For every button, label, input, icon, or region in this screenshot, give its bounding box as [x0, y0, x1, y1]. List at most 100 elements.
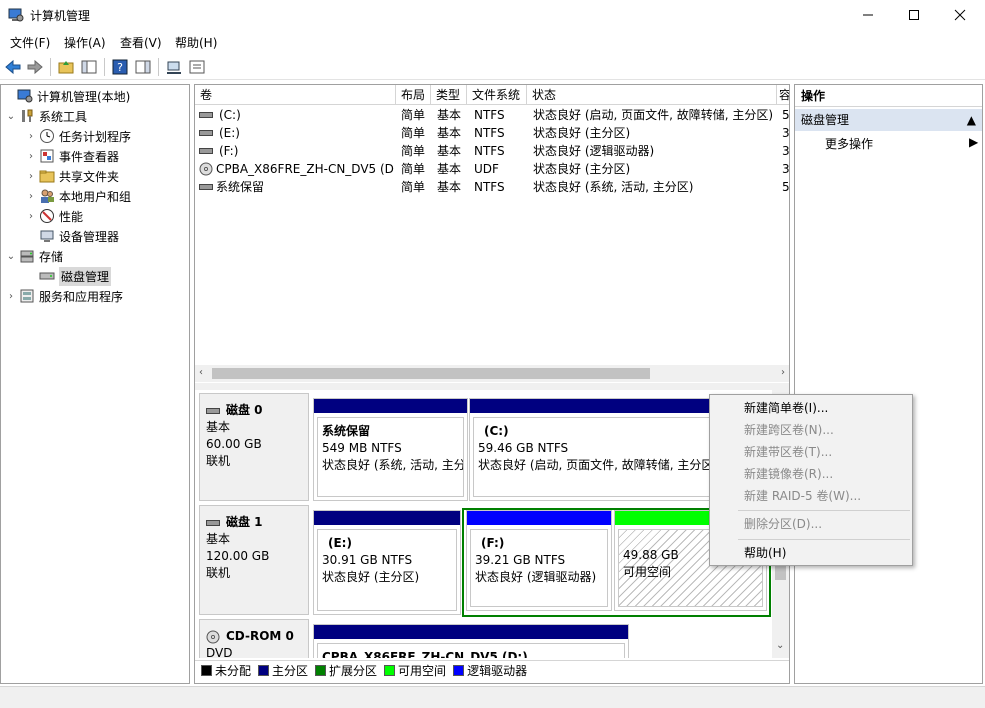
column-header-capacity[interactable]: 容 — [777, 85, 789, 105]
show-hide-action-pane-icon[interactable] — [134, 58, 152, 76]
table-row[interactable]: (C:) 简单 基本 NTFS 状态良好 (启动, 页面文件, 故障转储, 主分… — [195, 106, 789, 124]
splitter[interactable] — [195, 383, 789, 390]
storage-icon — [20, 250, 34, 263]
menu-action[interactable]: 操作(A) — [64, 34, 106, 51]
show-hide-tree-icon[interactable] — [80, 58, 98, 76]
disk-icon — [206, 407, 220, 414]
table-row[interactable]: (F:) 简单 基本 NTFS 状态良好 (逻辑驱动器) 3 — [195, 142, 789, 160]
minimize-button[interactable] — [845, 0, 891, 30]
performance-icon — [40, 209, 54, 223]
menu-item-new-mirrored-volume[interactable]: 新建镜像卷(R)... — [744, 464, 833, 484]
chevron-right-icon[interactable]: › — [5, 291, 17, 302]
tree-item-event-viewer[interactable]: › 事件查看器 — [25, 146, 119, 166]
back-arrow-icon[interactable] — [4, 58, 22, 76]
toolbar-separator — [50, 58, 51, 76]
tree-item-disk-management[interactable]: 磁盘管理 — [25, 266, 112, 286]
menu-file[interactable]: 文件(F) — [10, 34, 50, 51]
partition-f[interactable]: (F:) 39.21 GB NTFS 状态良好 (逻辑驱动器) — [466, 510, 612, 611]
cd-drive-icon — [206, 630, 220, 643]
legend-swatch-free-space — [384, 665, 396, 676]
close-icon — [954, 9, 966, 21]
partition-d[interactable]: CPBA_X86FRE_ZH-CN_DV5 (D:) — [313, 624, 629, 658]
tree-item-services-apps[interactable]: › 服务和应用程序 — [5, 286, 123, 306]
tools-icon — [22, 109, 33, 122]
drive-icon — [199, 112, 213, 118]
scroll-down-icon[interactable]: ⌄ — [776, 640, 784, 651]
disk-icon — [39, 272, 55, 280]
connect-icon[interactable] — [165, 58, 183, 76]
chevron-right-icon[interactable]: › — [25, 151, 37, 162]
volume-table-horizontal-scrollbar[interactable]: ‹ › — [195, 365, 789, 382]
menu-separator — [738, 539, 910, 540]
maximize-button[interactable] — [891, 0, 937, 30]
legend-swatch-primary — [258, 665, 270, 676]
partition-system-reserved[interactable]: 系统保留 549 MB NTFS 状态良好 (系统, 活动, 主分 — [313, 398, 468, 501]
cdrom-0-label[interactable]: CD-ROM 0 DVD — [199, 619, 309, 658]
disk-0-label[interactable]: 磁盘 0 基本 60.00 GB 联机 — [199, 393, 309, 501]
disk-1-label[interactable]: 磁盘 1 基本 120.00 GB 联机 — [199, 505, 309, 615]
chevron-right-icon[interactable]: › — [25, 211, 37, 222]
scroll-right-icon[interactable]: › — [781, 367, 785, 378]
toolbar: ? — [0, 54, 985, 80]
column-header-volume[interactable]: 卷 — [195, 85, 396, 105]
table-row[interactable]: CPBA_X86FRE_ZH-CN_DV5 (D:) 简单 基本 UDF 状态良… — [195, 160, 789, 178]
svg-text:?: ? — [117, 61, 123, 74]
scroll-left-icon[interactable]: ‹ — [199, 367, 203, 378]
tree-item-performance[interactable]: › 性能 — [25, 206, 83, 226]
collapse-up-icon[interactable]: ▲ — [967, 109, 976, 131]
tree-item-device-manager[interactable]: 设备管理器 — [25, 226, 119, 246]
up-folder-icon[interactable] — [57, 58, 75, 76]
table-row[interactable]: (E:) 简单 基本 NTFS 状态良好 (主分区) 3 — [195, 124, 789, 142]
more-actions-link[interactable]: 更多操作 — [825, 135, 873, 152]
legend-swatch-logical — [453, 665, 465, 676]
menu-item-new-simple-volume[interactable]: 新建简单卷(I)... — [744, 398, 828, 418]
menu-item-new-striped-volume[interactable]: 新建带区卷(T)... — [744, 442, 832, 462]
scrollbar-thumb[interactable] — [212, 368, 650, 379]
menu-item-new-spanned-volume[interactable]: 新建跨区卷(N)... — [744, 420, 834, 440]
menu-item-delete-partition[interactable]: 删除分区(D)... — [744, 514, 822, 534]
disk-management-pane: 卷 布局 类型 文件系统 状态 容 (C:) 简单 基本 NTFS 状态良好 (… — [194, 84, 790, 684]
chevron-right-icon[interactable]: › — [25, 171, 37, 182]
menu-help[interactable]: 帮助(H) — [175, 34, 217, 51]
column-header-type[interactable]: 类型 — [431, 85, 467, 105]
event-viewer-icon — [40, 149, 54, 163]
submenu-arrow-icon: ▶ — [969, 135, 979, 149]
chevron-down-icon[interactable]: ⌄ — [5, 111, 17, 122]
cd-drive-icon — [199, 162, 213, 176]
tree-item-root[interactable]: 计算机管理(本地) — [3, 86, 130, 106]
tree-item-system-tools[interactable]: ⌄ 系统工具 — [5, 106, 87, 126]
menu-view[interactable]: 查看(V) — [120, 34, 162, 51]
properties-icon[interactable] — [188, 58, 206, 76]
volume-table-header: 卷 布局 类型 文件系统 状态 容 — [195, 85, 789, 105]
chevron-down-icon[interactable]: ⌄ — [5, 251, 17, 262]
tree-item-task-scheduler[interactable]: › 任务计划程序 — [25, 126, 131, 146]
tree-item-shared-folders[interactable]: › 共享文件夹 — [25, 166, 119, 186]
forward-arrow-icon[interactable] — [26, 58, 44, 76]
menu-item-help[interactable]: 帮助(H) — [744, 543, 786, 563]
column-header-layout[interactable]: 布局 — [396, 85, 431, 105]
tree-item-local-users[interactable]: › 本地用户和组 — [25, 186, 131, 206]
context-menu: 新建简单卷(I)... 新建跨区卷(N)... 新建带区卷(T)... 新建镜像… — [709, 394, 913, 566]
legend: 未分配 主分区 扩展分区 可用空间 逻辑驱动器 — [195, 660, 789, 680]
help-icon[interactable]: ? — [111, 58, 129, 76]
menu-bar: 文件(F) 操作(A) 查看(V) 帮助(H) — [0, 30, 985, 52]
navigation-tree-pane: 计算机管理(本地) ⌄ 系统工具 › 任务计划程序 › 事件查看器 › 共享文件… — [0, 84, 190, 684]
chevron-right-icon[interactable]: › — [25, 131, 37, 142]
partition-e[interactable]: (E:) 30.91 GB NTFS 状态良好 (主分区) — [313, 510, 461, 615]
computer-management-icon — [8, 8, 24, 22]
column-header-status[interactable]: 状态 — [527, 85, 777, 105]
tree-item-storage[interactable]: ⌄ 存储 — [5, 246, 63, 266]
close-button[interactable] — [937, 0, 983, 30]
chevron-right-icon[interactable]: › — [25, 191, 37, 202]
actions-section-disk-management[interactable]: 磁盘管理 ▲ — [795, 109, 982, 131]
column-header-filesystem[interactable]: 文件系统 — [467, 85, 527, 105]
table-row[interactable]: 系统保留 简单 基本 NTFS 状态良好 (系统, 活动, 主分区) 5 — [195, 178, 789, 196]
shared-folder-icon — [39, 170, 55, 183]
actions-pane: 操作 磁盘管理 ▲ 更多操作 ▶ — [794, 84, 983, 684]
menu-separator — [738, 510, 910, 511]
minimize-icon — [863, 14, 873, 16]
device-manager-icon — [40, 230, 54, 242]
menu-item-new-raid5-volume[interactable]: 新建 RAID-5 卷(W)... — [744, 486, 861, 506]
drive-icon — [199, 130, 213, 136]
services-icon — [20, 289, 34, 303]
